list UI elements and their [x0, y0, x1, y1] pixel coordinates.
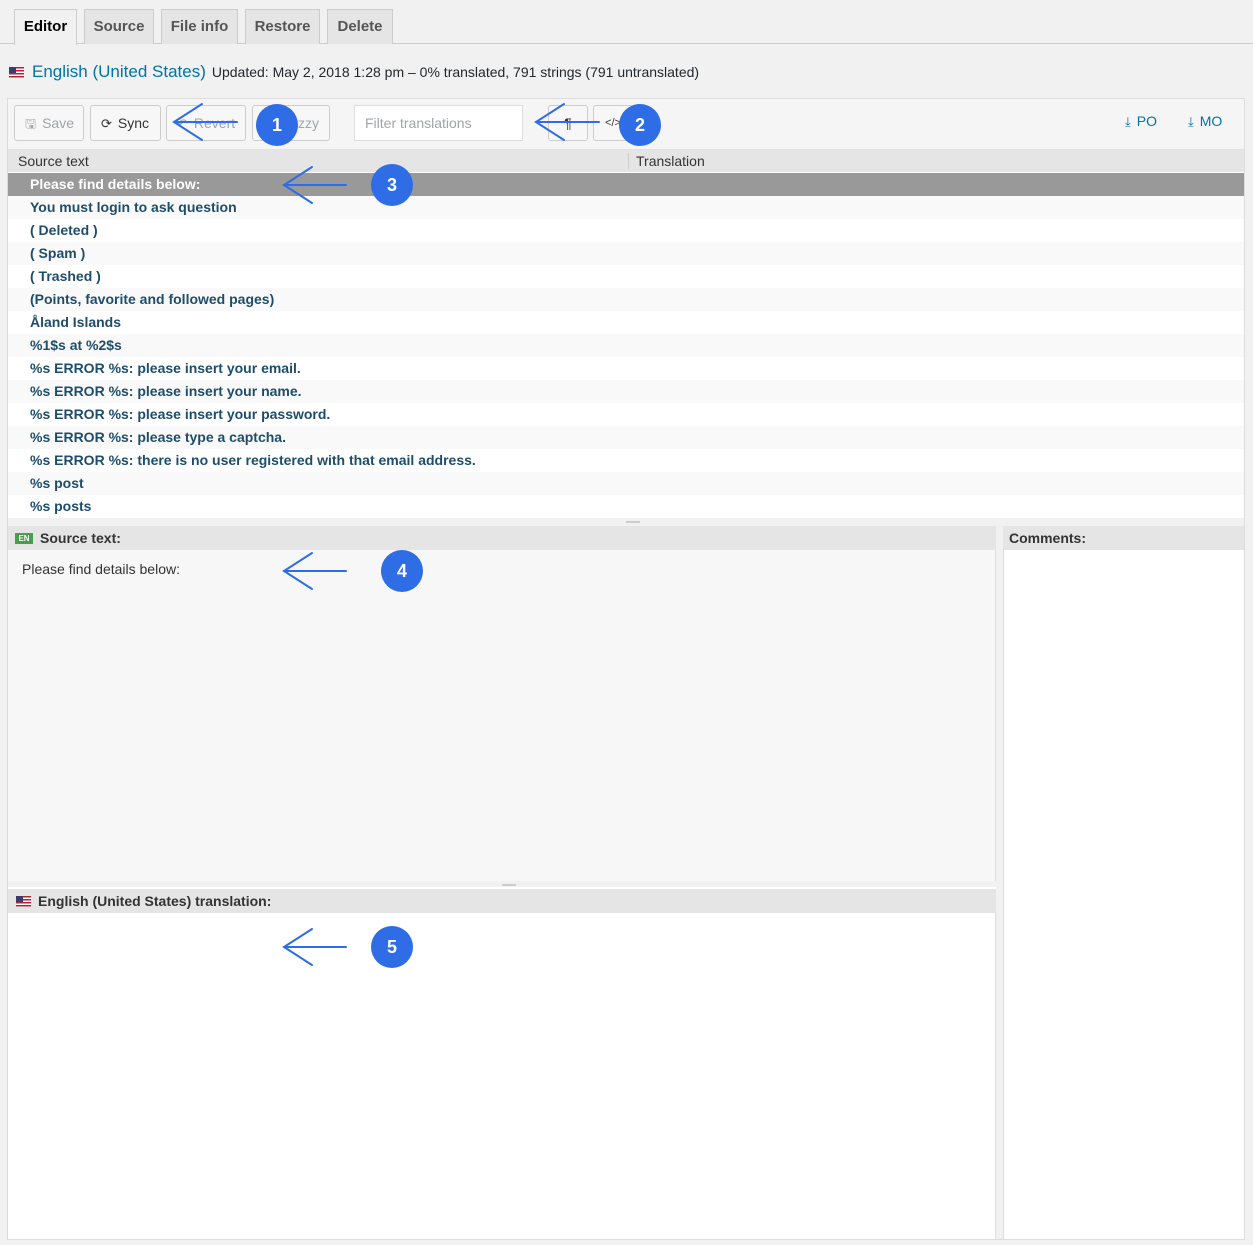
annotation-arrow-3: [282, 166, 347, 204]
annotation-arrows: [172, 103, 600, 966]
annotation-arrow-5: [282, 928, 347, 966]
annotation-badge-2: 2: [619, 104, 661, 146]
annotation-arrow-4: [282, 552, 347, 590]
annotation-badge-4: 4: [381, 550, 423, 592]
annotation-badge-3: 3: [371, 164, 413, 206]
annotation-badge-5: 5: [371, 926, 413, 968]
annotation-arrow-1: [172, 103, 238, 141]
annotation-arrow-2: [534, 103, 600, 141]
annotation-badge-1: 1: [256, 104, 298, 146]
